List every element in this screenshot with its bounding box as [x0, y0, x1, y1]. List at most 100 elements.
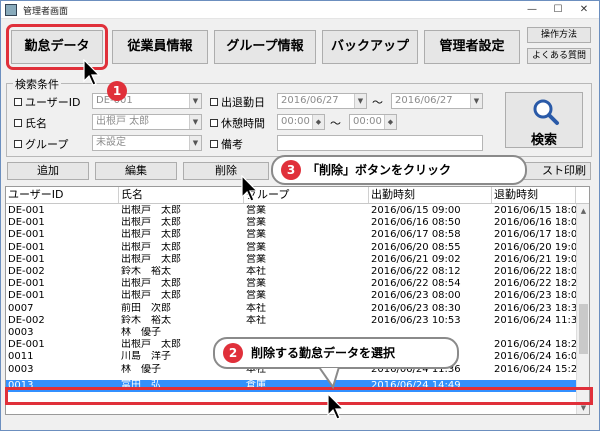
cell-checkout: 2016/06/20 19:00	[494, 241, 576, 253]
cell-group: 営業	[246, 241, 266, 253]
cell-name: 出根戸 太郎	[121, 217, 181, 229]
table-row[interactable]: DE-001 出根戸 太郎 営業 2016/06/23 08:00 2016/06/23…	[6, 290, 576, 302]
spinner-icon[interactable]: ◆	[312, 115, 324, 129]
group-select[interactable]: 未設定 ▼	[92, 135, 202, 151]
cell-user-id: DE-001	[8, 290, 45, 302]
app-icon	[5, 4, 17, 16]
cell-checkin: 2016/06/23 08:30	[371, 302, 461, 314]
cell-checkout: 2016/06/24 18:21	[494, 339, 576, 351]
group-checkbox[interactable]: グループ	[14, 136, 68, 152]
checkbox-box[interactable]	[210, 98, 218, 106]
cell-group: 本社	[246, 314, 266, 326]
cell-group: 営業	[246, 253, 266, 265]
user-id-checkbox[interactable]: ユーザーID	[14, 94, 81, 110]
table-header: ユーザーID 氏名 グループ 出勤時刻 退勤時刻	[6, 187, 589, 204]
backup-button[interactable]: バックアップ	[322, 30, 418, 64]
cell-user-id: 0007	[8, 302, 34, 314]
header-name[interactable]: 氏名	[119, 187, 244, 203]
mouse-pointer-icon	[327, 393, 345, 420]
chevron-down-icon[interactable]: ▼	[189, 94, 201, 108]
table-row[interactable]: DE-001 出根戸 太郎 営業 2016/06/22 08:54 2016/06/22…	[6, 278, 576, 290]
table-row[interactable]: DE-001 出根戸 太郎 営業 2016/06/16 08:50 2016/06/16…	[6, 217, 576, 229]
admin-settings-button[interactable]: 管理者設定	[424, 30, 520, 64]
cell-checkout: 2016/06/21 19:01	[494, 253, 576, 265]
cell-group: 営業	[246, 290, 266, 302]
header-group[interactable]: グループ	[244, 187, 369, 203]
cell-checkout: 2016/06/23 18:00	[494, 290, 576, 302]
cell-name: 出根戸 太郎	[121, 253, 181, 265]
table-row[interactable]: 0007 前田 次郎 本社 2016/06/23 08:30 2016/06/23 18…	[6, 303, 576, 315]
cell-checkout: 2016/06/15 18:00	[494, 205, 576, 216]
cell-user-id: DE-002	[8, 314, 45, 326]
spinner-icon[interactable]: ◆	[384, 115, 396, 129]
cell-group: 営業	[246, 278, 266, 290]
admin-window: 管理者画面 — ☐ ✕ 勤怠データ 従業員情報 グループ情報 バックアップ 管理…	[0, 0, 600, 431]
vertical-scrollbar[interactable]: ▲ ▼	[576, 204, 589, 414]
cell-checkout: 2016/06/16 18:00	[494, 217, 576, 229]
magnifier-icon	[533, 99, 559, 125]
edit-button[interactable]: 編集	[95, 162, 177, 180]
search-button[interactable]: 検索	[505, 92, 583, 148]
calendar-dropdown-icon[interactable]: ▼	[354, 94, 366, 108]
checkin-date-checkbox[interactable]: 出退勤日	[210, 94, 265, 110]
header-checkin-time[interactable]: 出勤時刻	[369, 187, 492, 203]
calendar-dropdown-icon[interactable]: ▼	[470, 94, 482, 108]
cell-group: 本社	[246, 266, 266, 277]
table-row[interactable]: DE-001 出根戸 太郎 営業 2016/06/21 09:02 2016/06/21…	[6, 254, 576, 266]
break-to-stepper[interactable]: 00:00 ◆	[349, 114, 397, 130]
table-row[interactable]: DE-002 鈴木 裕太 本社 2016/06/23 10:53 2016/06/24 …	[6, 315, 576, 327]
cell-group: 営業	[246, 205, 266, 216]
break-time-checkbox[interactable]: 休憩時間	[210, 115, 265, 131]
checkbox-box[interactable]	[14, 98, 22, 106]
cell-checkin: 2016/06/22 08:54	[371, 278, 461, 290]
note-checkbox[interactable]: 備考	[210, 136, 243, 152]
scroll-thumb[interactable]	[579, 304, 588, 354]
checkbox-box[interactable]	[210, 119, 218, 127]
table-row[interactable]: DE-001 出根戸 太郎 営業 2016/06/20 08:55 2016/06/20…	[6, 242, 576, 254]
scroll-up-icon[interactable]: ▲	[577, 204, 589, 218]
note-input[interactable]	[277, 135, 483, 151]
cell-user-id: DE-001	[8, 241, 45, 253]
cell-name: 鈴木 裕太	[121, 314, 171, 326]
cell-user-id: 0003	[8, 363, 34, 375]
break-from-stepper[interactable]: 00:00 ◆	[277, 114, 325, 130]
maximize-button[interactable]: ☐	[545, 1, 571, 19]
chevron-down-icon[interactable]: ▼	[189, 136, 201, 150]
cell-user-id: 0011	[8, 351, 34, 363]
table-row[interactable]: DE-002 鈴木 裕太 本社 2016/06/22 08:12 2016/06/22 …	[6, 266, 576, 278]
cell-checkout	[494, 327, 576, 339]
selected-row-highlight	[5, 387, 593, 405]
header-checkout-time[interactable]: 退勤時刻	[492, 187, 576, 203]
table-row[interactable]: DE-001 出根戸 太郎 営業 2016/06/17 08:58 2016/06/17…	[6, 229, 576, 241]
cell-checkout: 2016/06/17 18:00	[494, 229, 576, 241]
minimize-button[interactable]: —	[519, 1, 545, 19]
step-2-text: 削除する勤怠データを選択	[251, 346, 396, 360]
step-3-badge: 3	[281, 160, 301, 180]
table-row[interactable]: DE-001 出根戸 太郎 営業 2016/06/15 09:00 2016/06/15…	[6, 205, 576, 217]
manual-button[interactable]: 操作方法	[527, 27, 591, 43]
header-user-id[interactable]: ユーザーID	[6, 187, 119, 203]
name-select[interactable]: 出根戸 太郎 ▼	[92, 114, 202, 130]
step-1-badge: 1	[107, 81, 127, 101]
date-from-picker[interactable]: 2016/06/27 ▼	[277, 93, 367, 109]
cell-name: 出根戸 太郎	[121, 229, 181, 241]
cell-user-id: DE-001	[8, 339, 45, 351]
name-checkbox[interactable]: 氏名	[14, 115, 47, 131]
faq-button[interactable]: よくある質問	[527, 48, 591, 64]
cell-user-id: DE-001	[8, 278, 45, 290]
cell-checkout: 2016/06/24 11:35	[494, 314, 576, 326]
group-info-button[interactable]: グループ情報	[214, 30, 316, 64]
chevron-down-icon[interactable]: ▼	[189, 115, 201, 129]
close-button[interactable]: ✕	[571, 1, 597, 19]
cell-checkin: 2016/06/21 09:02	[371, 253, 461, 265]
checkbox-box[interactable]	[14, 140, 22, 148]
checkbox-box[interactable]	[210, 140, 218, 148]
cell-group: 営業	[246, 217, 266, 229]
employee-info-button[interactable]: 従業員情報	[112, 30, 208, 64]
cell-checkout: 2016/06/22 18:25	[494, 278, 576, 290]
cell-user-id: DE-001	[8, 217, 45, 229]
date-to-picker[interactable]: 2016/06/27 ▼	[391, 93, 483, 109]
add-button[interactable]: 追加	[7, 162, 89, 180]
checkbox-box[interactable]	[14, 119, 22, 127]
cell-name: 鈴木 裕太	[121, 266, 171, 277]
